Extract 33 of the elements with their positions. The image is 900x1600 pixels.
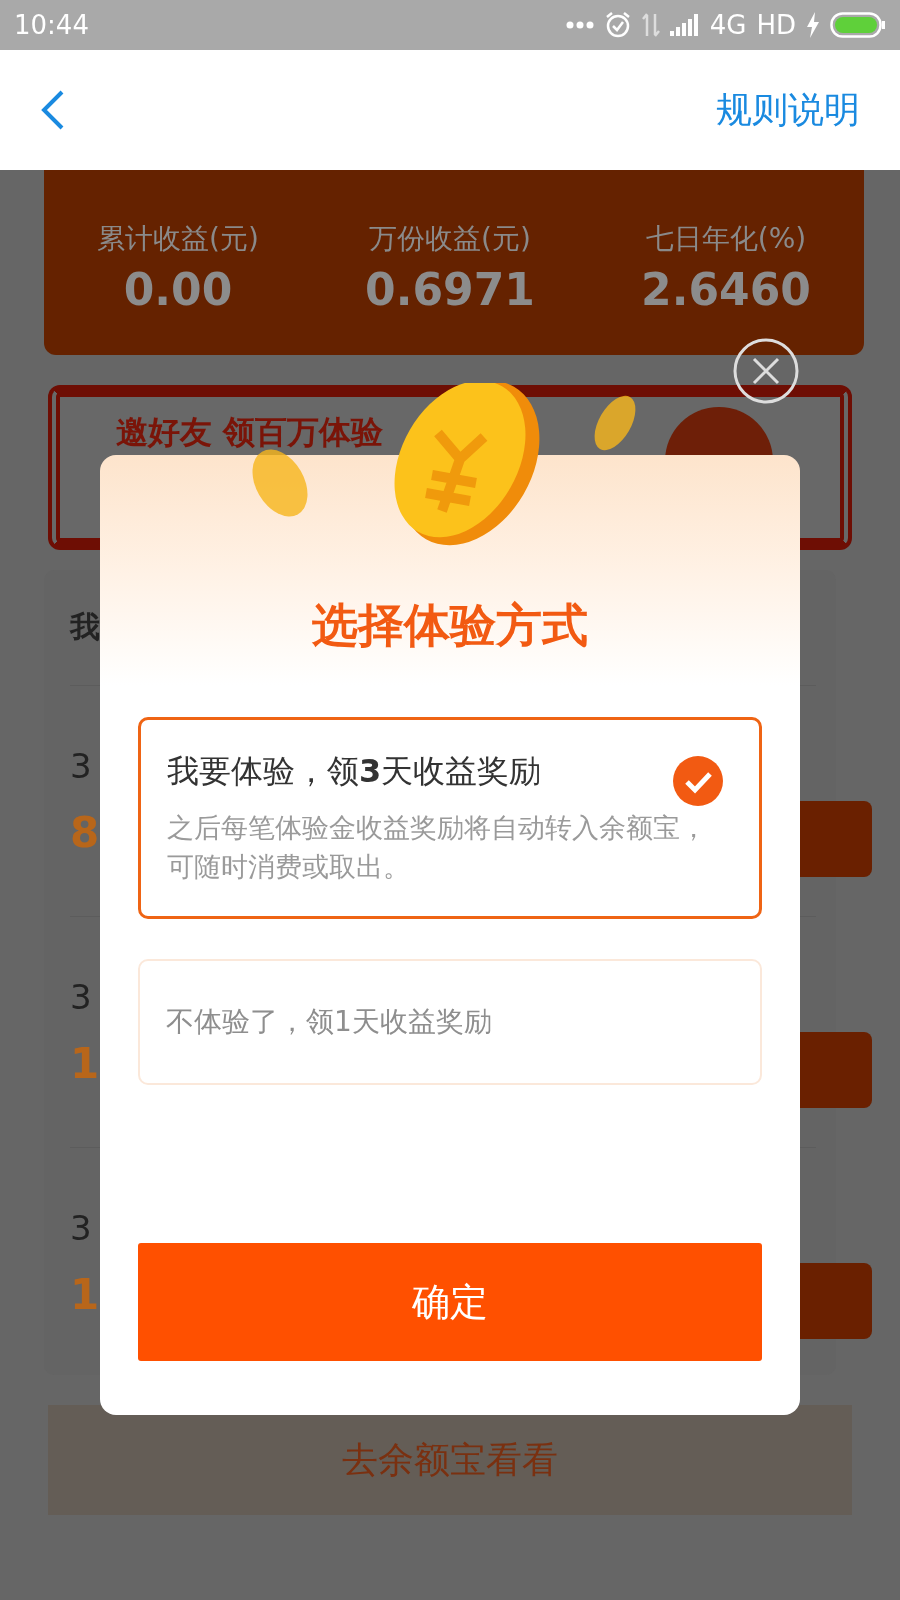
battery-icon (830, 12, 886, 38)
record-amount: 1 (70, 1038, 100, 1088)
status-time: 10:44 (14, 10, 89, 40)
confirm-button[interactable]: 确定 (138, 1243, 762, 1361)
rules-link[interactable]: 规则说明 (716, 85, 860, 135)
stat-value: 2.6460 (641, 264, 811, 315)
stat-label: 七日年化(%) (645, 221, 807, 257)
record-amount: 8 (70, 807, 100, 857)
signal-icon (669, 14, 700, 36)
stat-label: 累计收益(元) (97, 221, 259, 257)
network-type: 4G (709, 10, 747, 40)
option-title: 我要体验，领3天收益奖励 (167, 751, 542, 792)
dialog-title: 选择体验方式 (312, 597, 588, 654)
stat-value: 0.00 (123, 264, 233, 315)
stat-label: 万份收益(元) (369, 221, 531, 257)
list-heading: 我 (70, 608, 100, 646)
back-icon[interactable] (40, 89, 66, 131)
record-title: 3 (70, 976, 92, 1017)
hd-indicator: HD (756, 10, 796, 40)
charging-icon (806, 12, 820, 38)
stat-value: 0.6971 (365, 264, 535, 315)
record-title: 3 (70, 745, 92, 786)
check-icon (673, 756, 723, 806)
record-amount: 1 (70, 1269, 100, 1319)
data-arrows-icon (641, 12, 660, 38)
option-card[interactable]: 不体验了，领1天收益奖励 (138, 959, 762, 1086)
more-dots-icon (565, 21, 594, 29)
invite-text: 邀好友 领百万体验 (116, 412, 384, 453)
record-title: 3 (70, 1207, 92, 1248)
close-icon[interactable] (733, 338, 799, 404)
option-title: 不体验了，领1天收益奖励 (166, 1004, 492, 1041)
option-description: 之后每笔体验金收益奖励将自动转入余额宝，可随时消费或取出。 (167, 811, 708, 885)
option-card[interactable]: 我要体验，领3天收益奖励 之后每笔体验金收益奖励将自动转入余额宝，可随时消费或取出。 (138, 717, 762, 920)
